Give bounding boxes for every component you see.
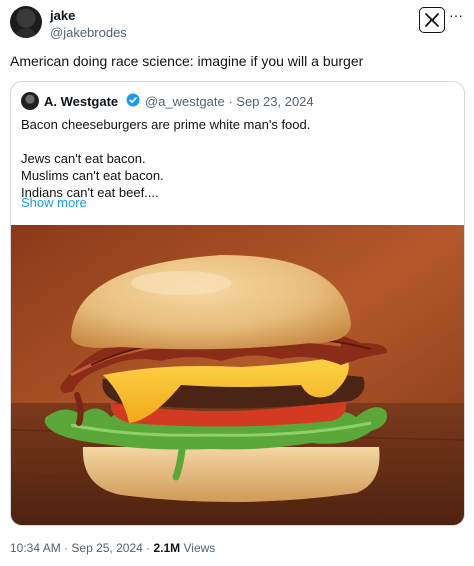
verified-badge-icon: [126, 93, 140, 107]
x-logo-icon[interactable]: [419, 7, 445, 33]
more-options-icon[interactable]: ···: [449, 8, 463, 22]
quoted-line: Bacon cheeseburgers are prime white man'…: [21, 117, 311, 132]
quoted-avatar: [21, 92, 39, 110]
quoted-date: Sep 23, 2024: [236, 94, 314, 109]
burger-photo[interactable]: [11, 225, 465, 526]
quoted-line: Jews can't eat bacon.: [21, 151, 146, 166]
quoted-author-name: A. Westgate: [44, 94, 119, 109]
tweet-text: American doing race science: imagine if …: [10, 53, 364, 69]
quoted-line-blank: [21, 133, 451, 150]
avatar[interactable]: [10, 6, 42, 38]
views-label: Views: [183, 541, 216, 555]
quoted-text: Bacon cheeseburgers are prime white man'…: [21, 116, 451, 201]
author-handle[interactable]: @jakebrodes: [50, 25, 127, 40]
quoted-meta: @a_westgate · Sep 23, 2024: [145, 94, 314, 109]
tweet-date: Sep 25, 2024: [71, 541, 143, 555]
views-count: 2.1M: [153, 541, 181, 555]
tweet-time: 10:34 AM: [10, 541, 61, 555]
quoted-author-handle: @a_westgate: [145, 94, 225, 109]
show-more-link[interactable]: Show more: [21, 195, 87, 210]
x-glyph: [425, 13, 439, 27]
author-name[interactable]: jake: [50, 8, 75, 23]
quoted-line: Muslims can't eat bacon.: [21, 168, 164, 183]
tweet-timestamp[interactable]: 10:34 AM · Sep 25, 2024 · 2.1M Views: [10, 541, 215, 555]
quoted-tweet-card[interactable]: A. Westgate @a_westgate · Sep 23, 2024 B…: [10, 81, 465, 526]
